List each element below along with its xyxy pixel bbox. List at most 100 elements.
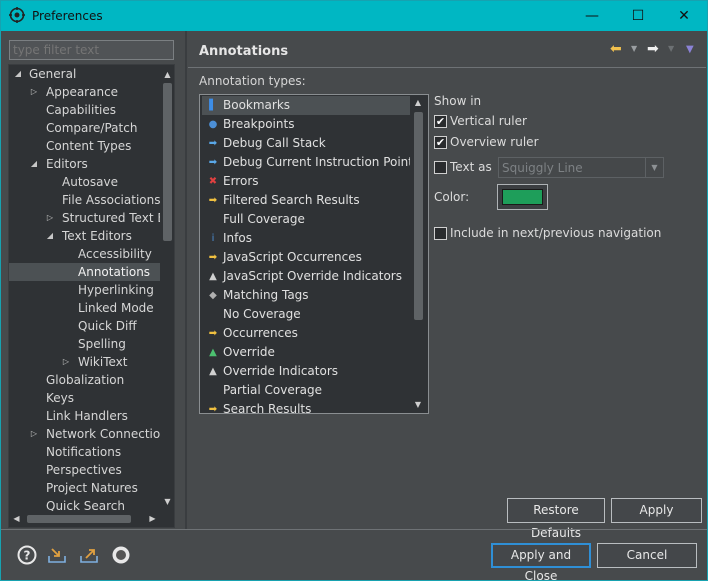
- vertical-ruler-checkbox[interactable]: ✔: [434, 115, 447, 128]
- tree-item[interactable]: File Associations: [9, 191, 165, 209]
- tree-item[interactable]: Annotations: [9, 263, 165, 281]
- tree-item[interactable]: Autosave: [9, 173, 165, 191]
- annotation-list-scrollbar[interactable]: ▲ ▼: [410, 95, 426, 413]
- tree-item[interactable]: Quick Diff: [9, 317, 165, 335]
- back-dropdown-icon[interactable]: ▼: [631, 44, 637, 53]
- close-button[interactable]: ✕: [661, 1, 707, 31]
- tree-horizontal-scrollbar[interactable]: ◀ ▶: [9, 511, 160, 527]
- annotation-type-item[interactable]: ➡ Search Results: [202, 400, 410, 413]
- tree-item[interactable]: ▷ Appearance: [9, 83, 165, 101]
- annotation-type-item[interactable]: ▌ Bookmarks: [202, 96, 410, 115]
- text-style-value: Squiggly Line: [502, 161, 583, 175]
- include-navigation-label[interactable]: Include in next/previous navigation: [450, 226, 661, 240]
- scroll-down-icon[interactable]: ▼: [160, 494, 174, 509]
- scroll-thumb[interactable]: [163, 83, 172, 241]
- annotation-type-item[interactable]: ▲ Override Indicators: [202, 362, 410, 381]
- forward-dropdown-icon[interactable]: ▼: [668, 44, 674, 53]
- close-icon: ✕: [678, 8, 690, 24]
- annotation-type-label: Override: [223, 345, 275, 359]
- annotation-type-label: Occurrences: [223, 326, 298, 340]
- eclipse-preferences-icon: [9, 7, 25, 23]
- record-icon[interactable]: [111, 545, 131, 565]
- scroll-up-icon[interactable]: ▲: [160, 67, 174, 82]
- color-picker-button[interactable]: [497, 184, 548, 210]
- tree-item[interactable]: ▷ WikiText: [9, 353, 165, 371]
- overview-ruler-checkbox[interactable]: ✔: [434, 136, 447, 149]
- collapsed-twisty-icon[interactable]: ▷: [29, 425, 39, 443]
- vertical-ruler-label[interactable]: Vertical ruler: [450, 114, 527, 128]
- annotation-type-item[interactable]: ✖ Errors: [202, 172, 410, 191]
- tree-item[interactable]: Spelling: [9, 335, 165, 353]
- tree-item[interactable]: ◢ Text Editors: [9, 227, 165, 245]
- header-divider: [188, 67, 706, 68]
- back-arrow-icon[interactable]: ⬅: [610, 41, 622, 57]
- tree-item[interactable]: Content Types: [9, 137, 165, 155]
- annotation-type-item[interactable]: Full Coverage: [202, 210, 410, 229]
- tree-item[interactable]: Compare/Patch: [9, 119, 165, 137]
- restore-defaults-button[interactable]: Restore Defaults: [507, 498, 605, 540]
- annotation-type-item[interactable]: ➡ Occurrences: [202, 324, 410, 343]
- annotation-type-item[interactable]: Partial Coverage: [202, 381, 410, 400]
- tree-item[interactable]: Project Natures: [9, 479, 165, 497]
- annotation-type-label: Matching Tags: [223, 288, 309, 302]
- tree-item[interactable]: Globalization: [9, 371, 165, 389]
- forward-arrow-icon[interactable]: ➡: [647, 41, 659, 57]
- scroll-up-icon[interactable]: ▲: [410, 95, 426, 110]
- collapsed-twisty-icon[interactable]: ▷: [29, 83, 39, 101]
- annotation-type-item[interactable]: ➡ Debug Current Instruction Pointer: [202, 153, 426, 172]
- tree-item-label: Linked Mode: [78, 301, 154, 315]
- text-style-select[interactable]: Squiggly Line ▼: [498, 157, 664, 178]
- help-icon[interactable]: ?: [17, 545, 37, 565]
- annotation-type-item[interactable]: ▲ Override: [202, 343, 410, 362]
- search-result-icon: ➡: [208, 195, 218, 206]
- expanded-twisty-icon[interactable]: ◢: [13, 65, 23, 83]
- annotation-type-item[interactable]: ➡ Filtered Search Results: [202, 191, 410, 210]
- text-as-label[interactable]: Text as: [450, 160, 492, 174]
- annotation-type-item[interactable]: ● Breakpoints: [202, 115, 410, 134]
- text-as-checkbox[interactable]: [434, 161, 447, 174]
- tree-item[interactable]: ▷ Network Connection: [9, 425, 168, 443]
- annotation-type-label: Breakpoints: [223, 117, 295, 131]
- tree-item[interactable]: ◢ General: [9, 65, 165, 83]
- annotation-type-item[interactable]: ➡ JavaScript Occurrences: [202, 248, 410, 267]
- annotation-type-item[interactable]: ▲ JavaScript Override Indicators: [202, 267, 410, 286]
- scroll-down-icon[interactable]: ▼: [410, 397, 426, 412]
- tree-item[interactable]: Perspectives: [9, 461, 165, 479]
- annotation-type-item[interactable]: ➡ Debug Call Stack: [202, 134, 410, 153]
- tree-item[interactable]: Link Handlers: [9, 407, 165, 425]
- expanded-twisty-icon[interactable]: ◢: [29, 155, 39, 173]
- tree-item[interactable]: Notifications: [9, 443, 165, 461]
- tree-item[interactable]: Capabilities: [9, 101, 165, 119]
- scroll-thumb[interactable]: [414, 112, 423, 320]
- include-navigation-checkbox[interactable]: [434, 227, 447, 240]
- cancel-button[interactable]: Cancel: [597, 543, 697, 568]
- tree-item[interactable]: Accessibility: [9, 245, 165, 263]
- expanded-twisty-icon[interactable]: ◢: [45, 227, 55, 245]
- tree-item[interactable]: Linked Mode: [9, 299, 165, 317]
- scroll-right-icon[interactable]: ▶: [145, 511, 160, 527]
- overview-ruler-label[interactable]: Overview ruler: [450, 135, 539, 149]
- collapsed-twisty-icon[interactable]: ▷: [61, 353, 71, 371]
- annotation-types-list: ➡ Search Results Partial Coverage ▲ Override…: [199, 94, 429, 414]
- import-icon[interactable]: [47, 545, 67, 565]
- tree-vertical-scrollbar[interactable]: ▲ ▼: [160, 65, 174, 511]
- tree-item[interactable]: ▷ Structured Text Ed: [9, 209, 173, 227]
- tree-item-label: Keys: [46, 391, 75, 405]
- export-icon[interactable]: [79, 545, 99, 565]
- tree-item[interactable]: Hyperlinking: [9, 281, 165, 299]
- tree-item[interactable]: ◢ Editors: [9, 155, 165, 173]
- annotation-type-item[interactable]: No Coverage: [202, 305, 410, 324]
- panel-divider[interactable]: [185, 31, 187, 529]
- view-menu-icon[interactable]: ▼: [686, 44, 694, 55]
- collapsed-twisty-icon[interactable]: ▷: [45, 209, 55, 227]
- apply-and-close-button[interactable]: Apply and Close: [491, 543, 591, 581]
- annotation-type-item[interactable]: i Infos: [202, 229, 410, 248]
- tree-item[interactable]: Keys: [9, 389, 165, 407]
- scroll-left-icon[interactable]: ◀: [9, 511, 24, 527]
- apply-button[interactable]: Apply: [611, 498, 702, 523]
- maximize-button[interactable]: ☐: [615, 1, 661, 31]
- filter-input[interactable]: [9, 40, 174, 60]
- annotation-type-item[interactable]: ◆ Matching Tags: [202, 286, 410, 305]
- minimize-button[interactable]: —: [569, 1, 615, 31]
- scroll-thumb[interactable]: [27, 515, 131, 523]
